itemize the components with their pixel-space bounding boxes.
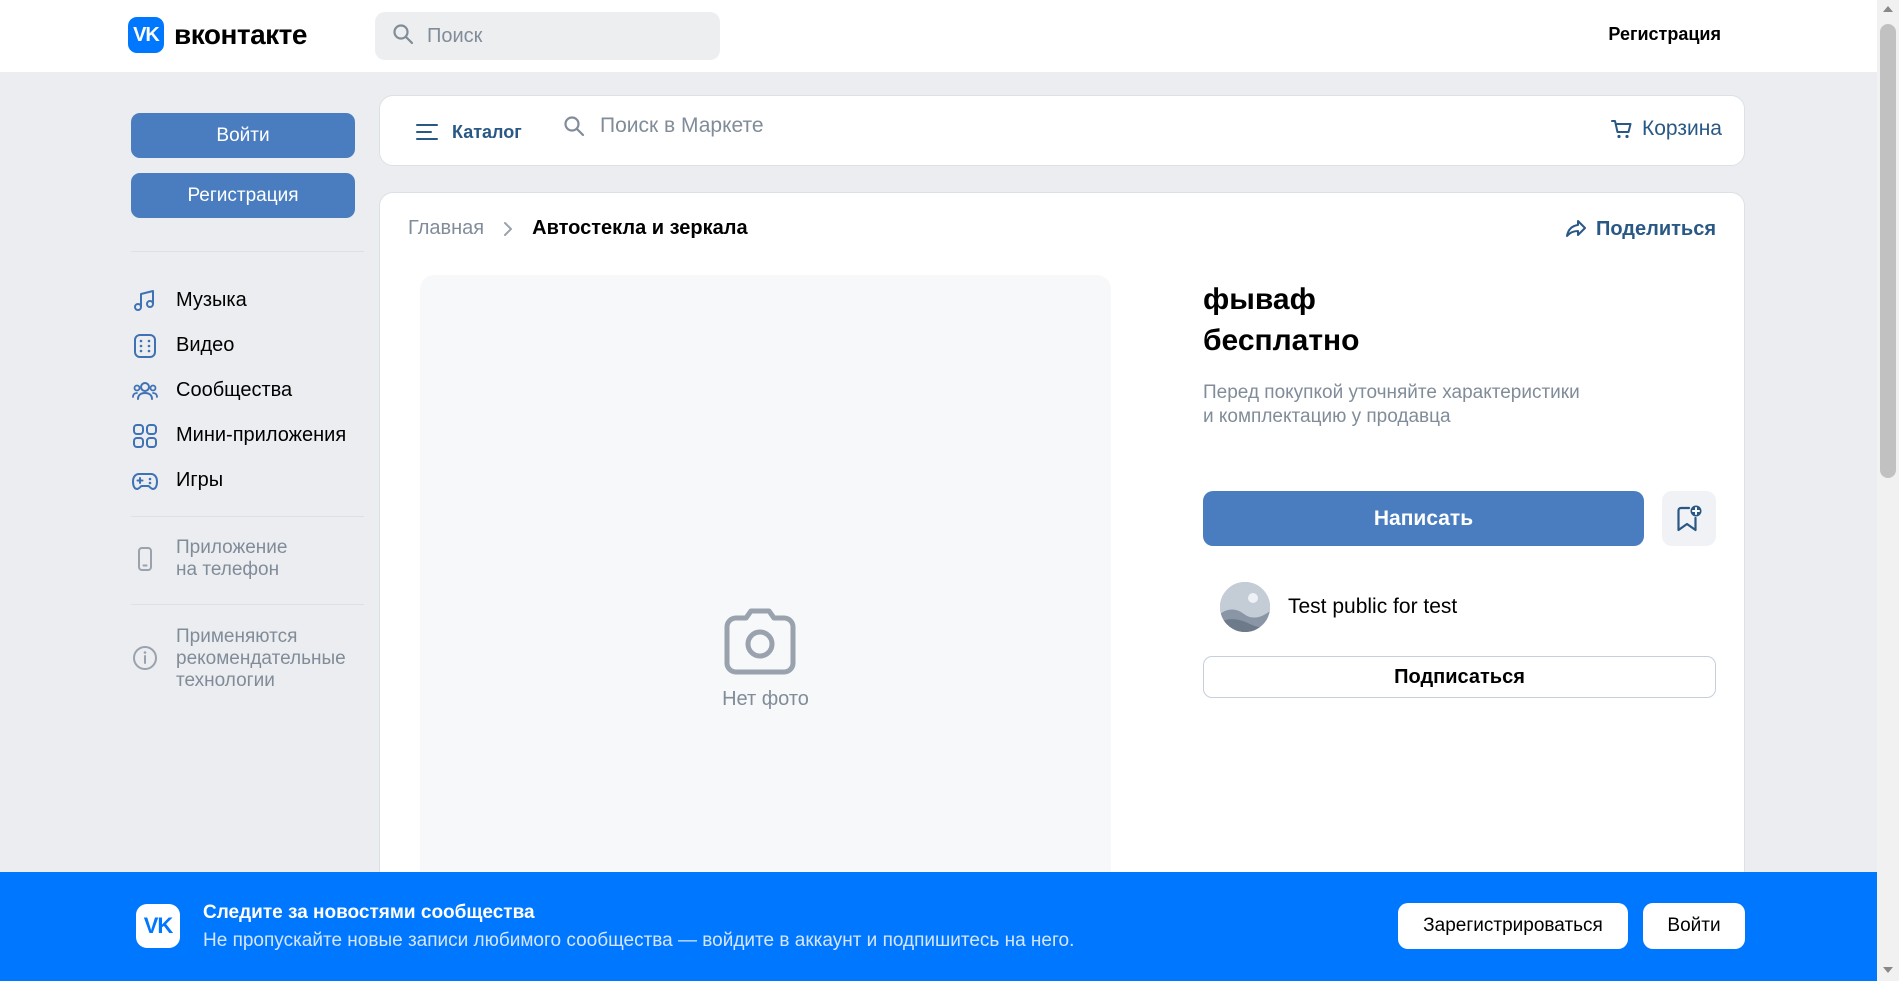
seller-info[interactable]: Test public for test (1220, 582, 1457, 632)
chevron-right-icon (504, 221, 513, 236)
phone-app-label: Приложение на телефон (176, 537, 287, 581)
add-to-favorites-button[interactable] (1662, 491, 1716, 546)
scroll-up-arrow-icon[interactable] (1883, 6, 1893, 12)
recommend-tech-line2: рекомендательные (176, 648, 346, 669)
breadcrumb-current: Автостекла и зеркала (532, 217, 748, 239)
seller-avatar[interactable] (1220, 582, 1270, 632)
cart-icon (1611, 120, 1632, 139)
banner-title: Следите за новостями сообщества (203, 902, 535, 923)
recommend-tech-line3: технологии (176, 670, 275, 691)
share-icon (1565, 220, 1586, 237)
sidebar-divider (131, 516, 364, 517)
communities-icon (131, 377, 159, 405)
catalog-label: Каталог (452, 121, 522, 142)
sidebar-recommend-tech[interactable]: Применяются рекомендательные технологии (131, 626, 346, 692)
banner-subtitle: Не пропускайте новые записи любимого соо… (203, 930, 1075, 951)
vk-logo-text: вконтакте (174, 19, 307, 50)
sidebar-register-button[interactable]: Регистрация (131, 173, 355, 218)
follow-community-banner: VK Следите за новостями сообщества Не пр… (0, 872, 1877, 981)
music-icon (131, 287, 159, 315)
purchase-note-line1: Перед покупкой уточняйте характеристики (1203, 382, 1580, 403)
global-search-input[interactable] (427, 24, 707, 48)
sidebar-item-label: Сообщества (176, 379, 293, 401)
global-search[interactable] (375, 12, 720, 60)
catalog-button[interactable]: Каталог (414, 119, 522, 145)
banner-register-button[interactable]: Зарегистрироваться (1398, 903, 1628, 949)
vk-logo[interactable]: VK вконтакте (128, 17, 307, 53)
search-icon (564, 116, 585, 137)
share-button[interactable]: Поделиться (1564, 217, 1716, 241)
vk-logo-icon: VK (136, 904, 180, 948)
sidebar-item-label: Видео (176, 334, 235, 356)
games-icon (131, 467, 159, 495)
recommend-tech-line1: Применяются (176, 626, 298, 647)
market-toolbar: Каталог Корзина (379, 95, 1745, 166)
banner-login-button[interactable]: Войти (1643, 903, 1745, 949)
product-title: фываф (1203, 283, 1316, 316)
product-info: фываф бесплатно Перед покупкой уточняйте… (1203, 279, 1723, 429)
sidebar-item-label: Мини-приложения (176, 424, 347, 446)
search-icon (391, 22, 415, 51)
phone-app-label-line1: Приложение (176, 537, 288, 558)
sidebar-item-communities[interactable]: Сообщества (131, 368, 371, 413)
mini-apps-icon (131, 422, 159, 450)
product-card: Главная Автостекла и зеркала Поделиться … (379, 192, 1745, 981)
purchase-note-line2: и комплектацию у продавца (1203, 406, 1451, 427)
subscribe-button[interactable]: Подписаться (1203, 656, 1716, 698)
product-purchase-note: Перед покупкой уточняйте характеристики … (1203, 381, 1623, 429)
write-message-button[interactable]: Написать (1203, 491, 1644, 546)
menu-icon (416, 124, 438, 140)
sidebar-item-mini-apps[interactable]: Мини-приложения (131, 413, 371, 458)
video-icon (131, 332, 159, 360)
sidebar-item-games[interactable]: Игры (131, 458, 371, 503)
seller-name[interactable]: Test public for test (1288, 595, 1457, 619)
info-icon (131, 644, 159, 672)
recommend-tech-label: Применяются рекомендательные технологии (176, 626, 346, 692)
product-actions: Написать (1203, 491, 1716, 546)
sidebar-divider (131, 604, 364, 605)
share-label: Поделиться (1595, 217, 1716, 240)
vk-logo-icon: VK (128, 17, 164, 53)
cart-label: Корзина (1642, 117, 1722, 140)
camera-icon (724, 608, 796, 675)
bookmark-add-icon (1677, 505, 1702, 531)
breadcrumb: Главная Автостекла и зеркала (408, 217, 748, 240)
community-avatar-icon (1220, 582, 1270, 632)
market-search-input[interactable] (600, 114, 1100, 138)
phone-app-label-line2: на телефон (176, 559, 280, 580)
no-photo-label: Нет фото (722, 688, 809, 710)
cart-button[interactable]: Корзина (1610, 117, 1722, 141)
sidebar-item-music[interactable]: Музыка (131, 278, 371, 323)
header-register-link[interactable]: Регистрация (1608, 24, 1721, 45)
top-header: VK вконтакте Регистрация (0, 0, 1877, 72)
sidebar-divider (131, 251, 364, 252)
product-price: бесплатно (1203, 324, 1360, 357)
market-search[interactable] (562, 114, 1100, 138)
page-scrollbar[interactable] (1877, 0, 1899, 981)
phone-icon (131, 545, 159, 573)
sidebar-item-video[interactable]: Видео (131, 323, 371, 368)
sidebar-login-button[interactable]: Войти (131, 113, 355, 158)
sidebar-nav: Музыка Видео Сообщества Мини-приложения … (131, 278, 371, 503)
sidebar-item-label: Музыка (176, 289, 247, 311)
scroll-thumb[interactable] (1880, 24, 1896, 478)
sidebar-item-label: Игры (176, 469, 224, 491)
sidebar-phone-app[interactable]: Приложение на телефон (131, 537, 287, 581)
scroll-down-arrow-icon[interactable] (1883, 967, 1893, 973)
breadcrumb-home-link[interactable]: Главная (408, 217, 484, 240)
